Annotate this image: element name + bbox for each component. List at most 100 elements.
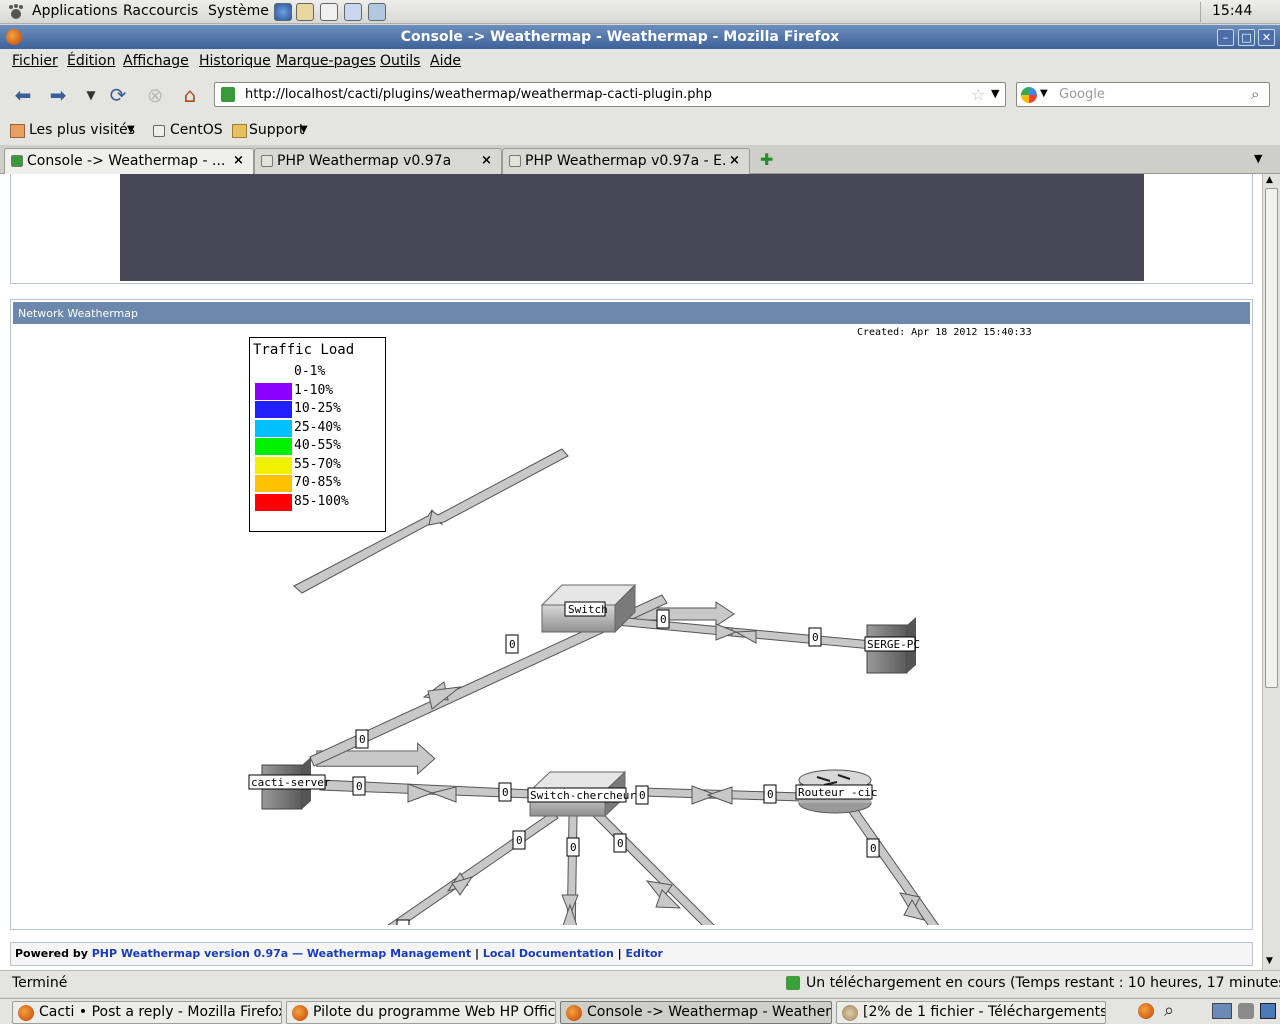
page-content: Network Weathermap 0 0 0 0 0 0 0 0 0 0 0… [0,174,1262,970]
menu-aide[interactable]: Aide [430,53,461,69]
bookmark-centos[interactable]: CentOS [170,122,223,138]
download-arrow-icon[interactable] [786,976,800,990]
taskbar-item-downloads[interactable]: [2% de 1 fichier - Téléchargements] [836,1001,1106,1024]
node-label-switch: Switch [568,603,608,616]
scrollbar-thumb[interactable] [1265,188,1278,688]
panel-clock[interactable]: 15:44 [1212,3,1252,19]
close-tab-icon[interactable]: × [729,153,740,168]
reload-icon[interactable]: ⟳ [105,83,131,109]
local-documentation-link[interactable]: Local Documentation [483,947,614,960]
search-placeholder[interactable]: Google [1059,87,1105,102]
minimize-button[interactable]: – [1217,29,1234,46]
legend-label: 55-70% [294,456,341,472]
taskbar-item-console-weathermap[interactable]: Console -> Weathermap - Weather... [560,1001,832,1024]
link-value-label: 0 [639,789,646,802]
legend-row: 85-100% [254,493,384,511]
tab-php-weathermap[interactable]: PHP Weathermap v0.97a × [254,148,502,174]
legend-swatch [255,438,292,455]
switch-node[interactable]: Switch [540,583,637,634]
site-favicon-icon [221,87,235,102]
tab-php-weathermap-editor[interactable]: PHP Weathermap v0.97a - E... × [502,148,750,174]
search-bar[interactable]: ▼ Google ⌕ [1016,82,1270,107]
powered-by-text: Powered by [15,947,88,960]
legend-label: 1-10% [294,382,334,398]
magnifier-tray-icon[interactable]: ⌕ [1164,1000,1174,1021]
editor-link[interactable]: Editor [626,947,663,960]
taskbar-item-hp-driver[interactable]: Pilote du programme Web HP Offic... [286,1001,556,1024]
link-value-label: 0 [509,638,516,651]
url-text[interactable]: http://localhost/cacti/plugins/weatherma… [245,87,712,102]
tab-favicon-icon [261,155,273,167]
google-engine-icon[interactable] [1021,87,1037,103]
dark-banner-graph [120,174,1144,281]
link-value-label: 0 [660,613,667,626]
navigation-toolbar: ⬅ ➡ ▼ ⟳ ⊗ ⌂ http://localhost/cacti/plugi… [0,75,1280,115]
scroll-up-icon[interactable]: ▲ [1266,175,1273,185]
impress-launcher-icon[interactable] [344,3,362,21]
switch-chercheur-node[interactable]: Switch-chercheur [527,770,636,818]
window-titlebar[interactable]: Console -> Weathermap - Weathermap - Moz… [0,25,1280,49]
close-tab-icon[interactable]: × [481,153,492,168]
node-label-switch_chercheur: Switch-chercheur [530,789,636,802]
taskbar-item-cacti-post[interactable]: Cacti • Post a reply - Mozilla Firefox [12,1001,282,1024]
router-node[interactable]: Routeur -cic [795,769,877,814]
maximize-button[interactable]: □ [1238,29,1255,46]
workspace-switcher-icon[interactable] [1260,1003,1276,1019]
panel-menu-applications[interactable]: Applications [32,3,118,19]
taskbar-label: Pilote du programme Web HP Offic... [313,1004,556,1020]
tab-strip: Console -> Weathermap - ... × PHP Weathe… [0,145,1280,175]
taskbar-label: Cacti • Post a reply - Mozilla Firefox [39,1004,282,1020]
chevron-down-icon: ▼ [300,124,308,135]
menu-historique[interactable]: Historique [199,53,271,69]
menu-fichier[interactable]: Fichier [12,53,58,69]
writer-launcher-icon[interactable] [320,3,338,21]
scroll-down-icon[interactable]: ▼ [1266,956,1273,966]
mail-launcher-icon[interactable] [296,3,314,21]
settings-tray-icon[interactable] [1238,1003,1254,1019]
menu-edition[interactable]: Édition [67,53,115,69]
stop-icon[interactable]: ⊗ [142,83,168,109]
forward-arrow-icon[interactable]: ➡ [45,83,71,109]
weathermap-image[interactable]: 0 0 0 0 0 0 0 0 0 0 0 0 0 0 0 0 [232,325,1032,925]
node-label-serge: SERGE-PC [867,638,920,651]
menu-marque-pages[interactable]: Marque-pages [276,53,376,69]
bookmark-star-icon[interactable]: ☆ [971,85,985,104]
panel-menu-systeme[interactable]: Système [208,3,269,19]
menu-outils[interactable]: Outils [380,53,420,69]
legend-row: 70-85% [254,475,384,492]
firefox-launcher-icon[interactable] [274,3,292,21]
download-status[interactable]: Un téléchargement en cours (Temps restan… [806,975,1280,991]
serge-pc-node[interactable]: SERGE-PC [864,617,920,674]
help-launcher-icon[interactable] [368,3,386,21]
vertical-scrollbar[interactable]: ▲ ▼ [1262,174,1280,970]
tab-console-weathermap[interactable]: Console -> Weathermap - ... × [4,148,254,175]
weathermap-management-link[interactable]: Weathermap Management [307,947,471,960]
legend-label: 0-1% [294,364,326,379]
panel-menu-raccourcis[interactable]: Raccourcis [123,3,198,19]
network-tray-icon[interactable] [1212,1003,1232,1019]
history-dropdown-icon[interactable]: ▼ [78,83,104,109]
search-magnifier-icon[interactable]: ⌕ [1251,85,1259,103]
panel-separator [1200,2,1201,22]
tab-list-dropdown-icon[interactable]: ▼ [1254,152,1262,165]
url-dropdown-icon[interactable]: ▼ [991,87,999,100]
close-tab-icon[interactable]: × [233,153,244,168]
bookmark-most-visited[interactable]: Les plus visités [29,122,135,138]
new-tab-icon[interactable]: ✚ [760,150,773,169]
legend-label: 70-85% [294,475,341,490]
legend-label: 10-25% [294,401,341,416]
back-arrow-icon[interactable]: ⬅ [10,83,36,109]
bookmark-support[interactable]: Support [249,122,304,138]
url-bar[interactable]: http://localhost/cacti/plugins/weatherma… [214,82,1006,107]
firefox-icon [18,1005,34,1021]
gnome-foot-icon[interactable] [8,4,24,20]
weathermap-version-link[interactable]: PHP Weathermap version 0.97a [92,947,289,960]
menu-affichage[interactable]: Affichage [123,53,189,69]
legend-label: 25-40% [294,419,341,435]
home-icon[interactable]: ⌂ [177,83,203,109]
page-icon [153,125,165,137]
firefox-tray-icon[interactable] [1138,1003,1154,1019]
close-window-button[interactable]: ✕ [1258,29,1275,46]
engine-dropdown-icon[interactable]: ▼ [1040,88,1048,99]
status-bar: Terminé Un téléchargement en cours (Temp… [0,970,1280,997]
